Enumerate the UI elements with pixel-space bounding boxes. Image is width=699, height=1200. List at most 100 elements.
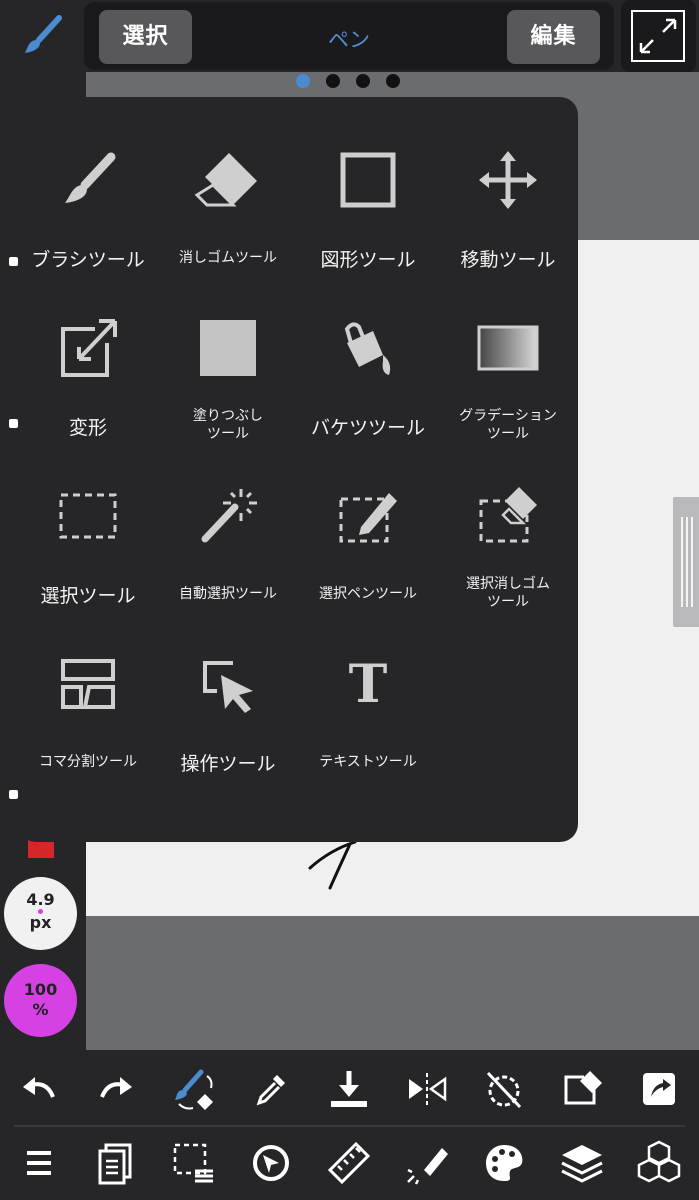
brush-settings-button[interactable]: [402, 1138, 452, 1188]
tool-eraser[interactable]: 消しゴムツール: [158, 97, 298, 266]
menu-button[interactable]: [14, 1138, 64, 1188]
popover-arrow: [28, 74, 52, 98]
page-dot[interactable]: [386, 74, 400, 88]
hamburger-icon: [27, 1151, 51, 1175]
gradient-icon: [477, 325, 539, 371]
sidebar-marker: [9, 257, 18, 266]
color-palette-button[interactable]: [479, 1138, 529, 1188]
tool-label: 消しゴムツール: [179, 250, 277, 266]
rotate-off-icon: [486, 1071, 522, 1109]
tool-panel-divide[interactable]: コマ分割ツール: [18, 601, 158, 770]
magic-wand-icon: [201, 489, 257, 543]
tool-move[interactable]: 移動ツール: [438, 97, 578, 271]
ruler-icon: [327, 1141, 371, 1185]
download-icon: [331, 1071, 367, 1107]
select-pen-icon: [339, 493, 397, 543]
tool-brush[interactable]: ブラシツール: [18, 97, 158, 271]
layers-icon: [561, 1145, 603, 1183]
brush-size-button[interactable]: 4.9 px: [4, 877, 77, 950]
eraser-icon: [194, 153, 257, 207]
fill-icon: [200, 320, 256, 376]
select-icon: [59, 493, 117, 539]
tool-label: コマ分割ツール: [39, 754, 137, 770]
transform-icon: [61, 319, 117, 377]
pages-button[interactable]: [91, 1138, 141, 1188]
pages-icon: [98, 1143, 132, 1185]
tool-label-line1: 選択消しゴム: [466, 576, 550, 592]
rotate-view-icon: [253, 1145, 289, 1181]
brush-eraser-swap-icon: [175, 1069, 213, 1110]
selection-menu-button[interactable]: [169, 1138, 219, 1188]
redo-icon: [100, 1077, 132, 1098]
layer-eraser-icon: [564, 1071, 602, 1105]
ruler-button[interactable]: [324, 1138, 374, 1188]
import-button[interactable]: [324, 1064, 374, 1114]
tool-label: テキストツール: [319, 754, 417, 770]
swap-brush-eraser-button[interactable]: [169, 1064, 219, 1114]
tool-fill[interactable]: 塗りつぶし ツール: [158, 265, 298, 442]
rotate-reset-button[interactable]: [479, 1064, 529, 1114]
page-dot[interactable]: [326, 74, 340, 88]
tool-label: 選択ペンツール: [319, 586, 417, 602]
sidebar-marker: [9, 419, 18, 428]
tool-text[interactable]: T テキストツール: [298, 601, 438, 771]
shape-icon: [340, 152, 396, 208]
tool-select-pen[interactable]: 選択ペンツール: [298, 433, 438, 602]
tool-menu-panel: ブラシツール 消しゴムツール 図形ツール 移動ツール 変形 塗りつぶし ツール …: [18, 97, 578, 842]
transform-menu-button[interactable]: [246, 1138, 296, 1188]
clear-layer-button[interactable]: [557, 1064, 607, 1114]
pen-nib-icon: [407, 1148, 448, 1185]
tool-select-eraser[interactable]: 選択消しゴム ツール: [438, 433, 578, 610]
expand-icon: [639, 18, 677, 54]
tool-label: 操作ツール: [180, 753, 276, 775]
brush-icon: [25, 15, 62, 53]
brush-opacity-button[interactable]: 100 %: [4, 964, 77, 1037]
tool-shape[interactable]: 図形ツール: [298, 97, 438, 271]
brush-icon: [65, 152, 116, 203]
selection-list-icon: [173, 1143, 213, 1183]
current-tool-button[interactable]: [4, 2, 78, 72]
share-button[interactable]: [634, 1064, 684, 1114]
brush-size-value: 4.9: [26, 890, 55, 909]
brush-opacity-value: 100: [23, 980, 58, 999]
tool-transform[interactable]: 変形: [18, 265, 158, 439]
mode-bar: 選択 ペン 編集: [84, 2, 614, 70]
tool-label-line1: 塗りつぶし: [192, 408, 264, 424]
eyedropper-button[interactable]: [246, 1064, 296, 1114]
tool-magic-wand[interactable]: 自動選択ツール: [158, 433, 298, 602]
page-dot-active[interactable]: [296, 74, 310, 88]
panel-divide-icon: [61, 659, 115, 709]
layers-button[interactable]: [557, 1138, 607, 1188]
move-icon: [479, 151, 537, 209]
tool-label-line2: ツール: [487, 594, 529, 610]
operation-icon: [203, 661, 253, 713]
tool-gradient[interactable]: グラデーション ツール: [438, 265, 578, 442]
side-scroll-handle[interactable]: [673, 497, 699, 627]
undo-icon: [23, 1077, 55, 1098]
materials-button[interactable]: [634, 1138, 684, 1188]
bucket-icon: [344, 322, 391, 375]
cubes-icon: [637, 1140, 681, 1183]
tool-operation[interactable]: 操作ツール: [158, 601, 298, 775]
tool-select[interactable]: 選択ツール: [18, 433, 158, 607]
page-indicator: [296, 74, 400, 88]
select-eraser-icon: [479, 487, 537, 543]
brush-opacity-unit: %: [32, 1000, 49, 1019]
tool-label: 選択消しゴム ツール: [438, 575, 578, 611]
flip-button[interactable]: [402, 1064, 452, 1114]
undo-button[interactable]: [14, 1064, 64, 1114]
sidebar-marker: [9, 790, 18, 799]
eyedropper-icon: [256, 1075, 285, 1106]
fullscreen-button[interactable]: [621, 0, 696, 72]
tool-bucket[interactable]: バケツツール: [298, 265, 438, 439]
page-dot[interactable]: [356, 74, 370, 88]
redo-button[interactable]: [91, 1064, 141, 1114]
flip-icon: [409, 1073, 447, 1105]
brush-size-unit: px: [29, 913, 52, 932]
share-icon: [643, 1073, 675, 1105]
toolbar-divider: [14, 1125, 685, 1127]
fullscreen-frame: [631, 10, 685, 62]
edit-button[interactable]: 編集: [507, 10, 600, 64]
bottom-toolbar: [0, 1050, 699, 1200]
palette-icon: [486, 1145, 523, 1181]
